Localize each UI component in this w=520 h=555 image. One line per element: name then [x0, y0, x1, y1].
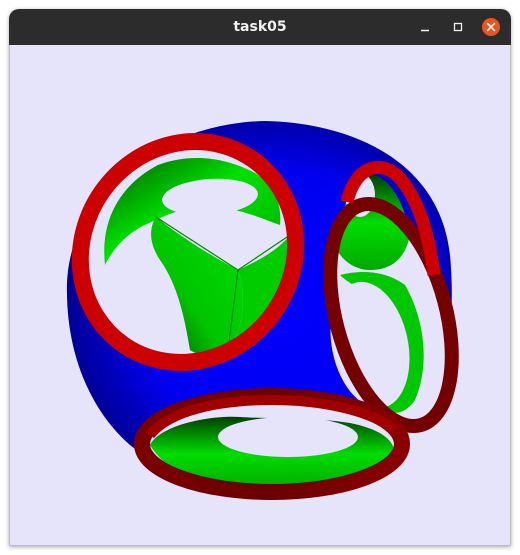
maximize-button[interactable]: [447, 16, 469, 38]
close-button[interactable]: [480, 16, 502, 38]
opengl-canvas[interactable]: [9, 45, 511, 546]
maximize-icon: [453, 22, 463, 32]
title-bar[interactable]: task05: [9, 9, 511, 45]
application-window: task05: [9, 9, 511, 546]
minimize-button[interactable]: [414, 16, 436, 38]
rendered-3d-shape: [66, 121, 459, 500]
close-icon: [482, 18, 500, 36]
through-hole-bottom: [218, 417, 358, 457]
minimize-icon: [421, 29, 429, 32]
